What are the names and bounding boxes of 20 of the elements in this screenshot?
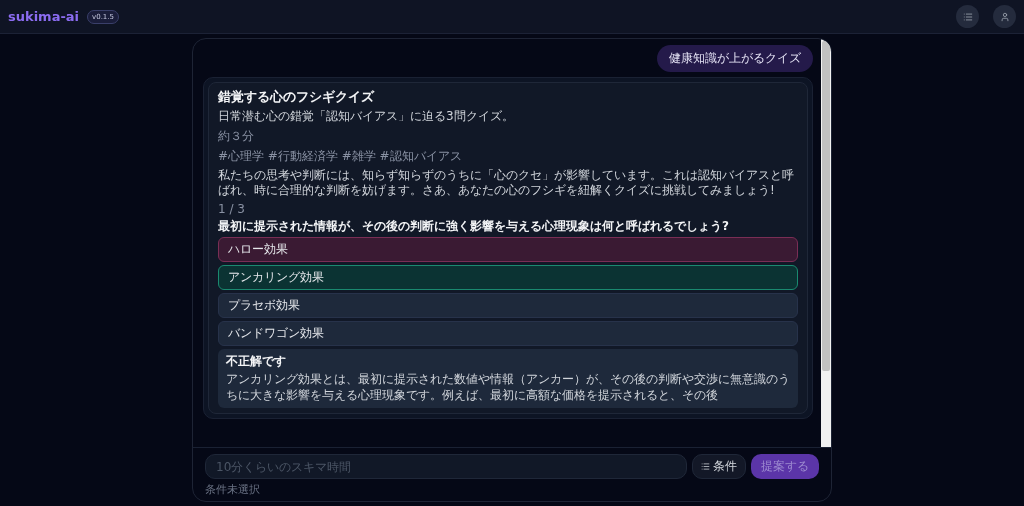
answer-option[interactable]: プラセボ効果 xyxy=(218,293,798,319)
quiz-subtitle: 日常潜む心の錯覚「認知バイアス」に迫る3問クイズ。 xyxy=(218,109,515,125)
feedback-text: アンカリング効果とは、最初に提示された数値や情報（アンカー）が、その後の判断や交渉に無意識のうちに大きな影響を与える心理現象です。例えば、最初に高額な価格を提示されると、その後 xyxy=(226,372,790,404)
feedback-title: 不正解です xyxy=(226,353,287,371)
list-icon xyxy=(701,462,710,471)
quiz-question: 最初に提示された情報が、その後の判断に強く影響を与える心理現象は何と呼ばれるでしょう? xyxy=(218,218,730,235)
conditions-button[interactable]: 条件 xyxy=(692,454,746,479)
answer-option[interactable]: ハロー効果 xyxy=(218,237,798,263)
user-icon[interactable] xyxy=(993,5,1016,28)
answer-option[interactable]: バンドワゴン効果 xyxy=(218,321,798,347)
list-icon[interactable] xyxy=(956,5,979,28)
app-logo: sukima-ai xyxy=(8,9,80,24)
scrollbar[interactable] xyxy=(821,39,831,447)
answer-option[interactable]: アンカリング効果 xyxy=(218,265,798,291)
conditions-status: 条件未選択 xyxy=(205,482,261,497)
quiz-intro: 私たちの思考や判断には、知らず知らずのうちに「心のクセ」が影響しています。これは認知バイアスと呼ばれ、時に合理的な判断を妨げます。さあ、あなたの心のフシギを紐解くクイズに挑戦してみましょう! xyxy=(218,167,795,199)
user-message: 健康知識が上がるクイズ xyxy=(657,45,813,72)
quiz-title: 錯覚する心のフシギクイズ xyxy=(218,88,376,106)
quiz-duration: 約３分 xyxy=(218,127,255,145)
quiz-tags: #心理学 #行動経済学 #雑学 #認知バイアス xyxy=(218,147,798,165)
